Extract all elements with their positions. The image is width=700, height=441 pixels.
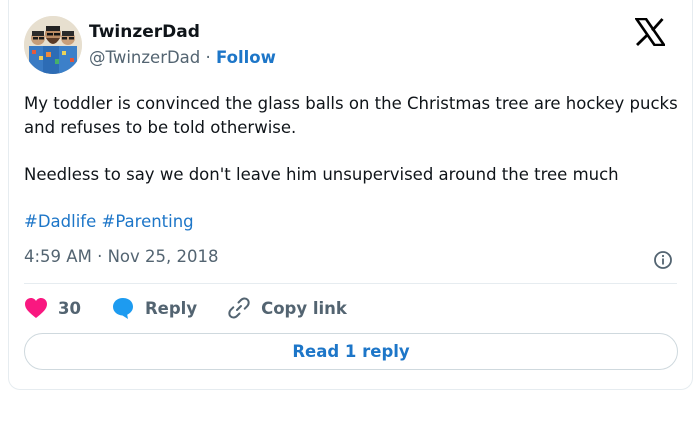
heart-icon (25, 298, 47, 318)
hashtag-dadlife[interactable]: #Dadlife (24, 212, 96, 231)
follow-button[interactable]: Follow (216, 48, 276, 67)
link-icon (228, 297, 250, 319)
read-reply-button[interactable]: Read 1 reply (24, 333, 678, 370)
reply-bubble-icon (112, 298, 133, 319)
hashtag-parenting[interactable]: #Parenting (102, 212, 194, 231)
tweet-text-paragraph-2: Needless to say we don't leave him unsup… (24, 165, 619, 184)
like-button[interactable]: 30 (24, 297, 81, 319)
divider (24, 283, 677, 284)
tweet-card: TwinzerDad @TwinzerDad · Follow My toddl… (8, 0, 693, 390)
handle[interactable]: @TwinzerDad (89, 48, 200, 67)
copy-link-label: Copy link (261, 298, 347, 318)
display-name[interactable]: TwinzerDad (89, 22, 200, 42)
tweet-actions: 30 Reply Copy link (24, 294, 377, 322)
tweet-date: Nov 25, 2018 (107, 247, 219, 266)
reply-label: Reply (144, 298, 198, 318)
tweet-time: 4:59 AM (24, 247, 92, 266)
info-icon[interactable] (653, 250, 673, 270)
avatar[interactable] (24, 16, 82, 74)
copy-link-button[interactable]: Copy link (227, 296, 347, 320)
reply-button[interactable]: Reply (111, 296, 197, 320)
x-logo-icon[interactable] (634, 17, 667, 47)
like-count: 30 (58, 298, 81, 318)
separator-dot: · (97, 247, 103, 266)
tweet-text-paragraph-1: My toddler is convinced the glass balls … (24, 94, 678, 137)
hashtags: #Dadlife #Parenting (24, 212, 194, 231)
timestamp[interactable]: 4:59 AM · Nov 25, 2018 (24, 247, 219, 266)
handle-row: @TwinzerDad · Follow (89, 48, 276, 67)
tweet-body: My toddler is convinced the glass balls … (24, 92, 684, 187)
separator-dot: · (205, 48, 211, 67)
